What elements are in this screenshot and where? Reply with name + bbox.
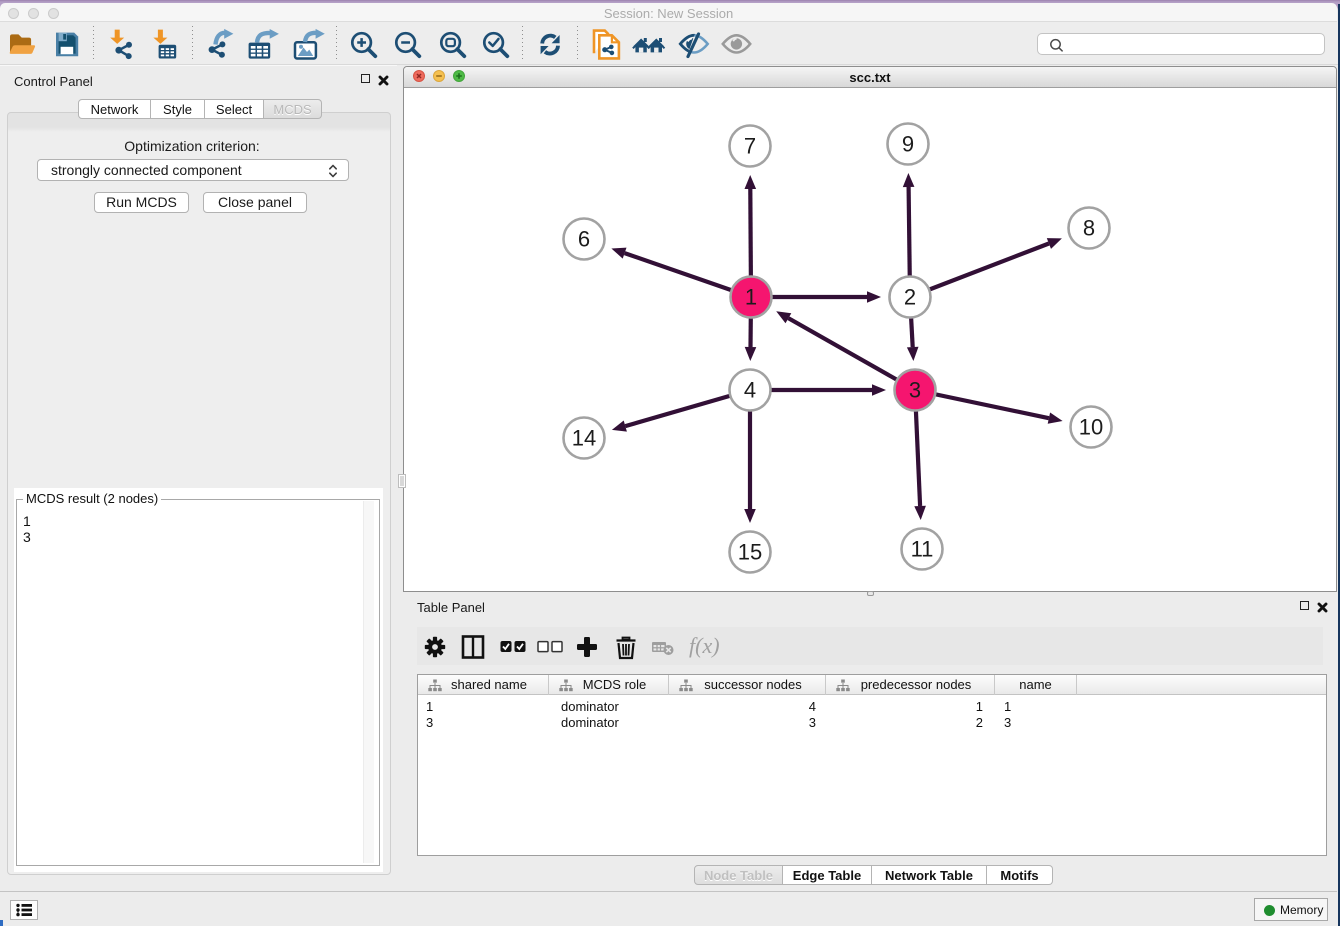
- svg-text:9: 9: [902, 132, 914, 157]
- svg-text:8: 8: [1083, 216, 1095, 241]
- svg-text:6: 6: [578, 227, 590, 252]
- svg-text:4: 4: [744, 378, 756, 403]
- svg-text:3: 3: [909, 378, 921, 403]
- svg-text:11: 11: [911, 537, 934, 562]
- svg-text:14: 14: [572, 426, 596, 451]
- svg-text:15: 15: [738, 540, 762, 565]
- svg-text:1: 1: [745, 285, 757, 310]
- svg-text:10: 10: [1079, 415, 1103, 440]
- svg-text:7: 7: [744, 134, 756, 159]
- svg-text:2: 2: [904, 285, 916, 310]
